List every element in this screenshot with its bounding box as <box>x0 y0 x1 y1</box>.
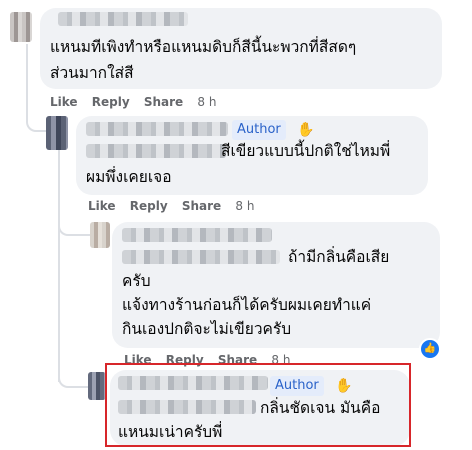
like-button[interactable]: Like <box>50 95 78 109</box>
comment-text-line: กินเองปกติจะไม่เขียวครับ <box>122 320 292 338</box>
avatar[interactable] <box>88 372 106 400</box>
timestamp: 8 h <box>235 199 255 213</box>
author-name-redacted <box>86 144 226 158</box>
author-badge: Author <box>232 120 286 140</box>
author-name-redacted[interactable] <box>86 122 228 136</box>
author-name-redacted <box>122 250 280 264</box>
reply-button[interactable]: Reply <box>92 95 130 109</box>
author-name-redacted[interactable] <box>58 12 188 26</box>
comment-text-line: ผมพึ่งเคยเจอ <box>86 168 172 186</box>
comment-actions: Like Reply Share 8 h <box>88 199 264 213</box>
comment-text-line: ครับ <box>122 272 151 290</box>
comment-text-line: ถ้ามีกลิ่นคือเสีย <box>288 248 390 266</box>
avatar[interactable] <box>10 12 32 42</box>
raised-hand-icon: ✋ <box>297 122 315 138</box>
comment-text-line: ส่วนมากใส่สี <box>50 64 134 82</box>
comment-text-line: แหนมทีเพิงทำหรือแหนมดิบก็สีนี้นะพวกที่สี… <box>50 38 357 56</box>
thread-connector <box>58 210 90 236</box>
share-button[interactable]: Share <box>182 199 221 213</box>
avatar[interactable] <box>90 222 110 248</box>
comment-bubble: แหนมทีเพิงทำหรือแหนมดิบก็สีนี้นะพวกที่สี… <box>40 8 442 89</box>
comment-bubble: ถ้ามีกลิ่นคือเสีย ครับ แจ้งทางร้านก่อนก็… <box>112 222 440 348</box>
thread-connector <box>58 356 90 388</box>
comment-text-line: สีเขียวแบบนี้ปกติใช่ไหมพี่ <box>221 142 391 160</box>
like-reaction-icon[interactable]: 👍 <box>419 338 441 360</box>
comment-actions: Like Reply Share 8 h <box>50 95 226 109</box>
reply-button[interactable]: Reply <box>130 199 168 213</box>
highlight-box <box>105 363 411 447</box>
comment-bubble: Author ✋ สีเขียวแบบนี้ปกติใช่ไหมพี่ ผมพึ… <box>76 116 428 195</box>
like-button[interactable]: Like <box>88 199 116 213</box>
share-button[interactable]: Share <box>144 95 183 109</box>
avatar[interactable] <box>46 116 68 150</box>
comment-text-line: แจ้งทางร้านก่อนก็ได้ครับผมเคยทำแค่ <box>122 296 372 314</box>
author-name-redacted[interactable] <box>122 228 272 242</box>
timestamp: 8 h <box>197 95 217 109</box>
